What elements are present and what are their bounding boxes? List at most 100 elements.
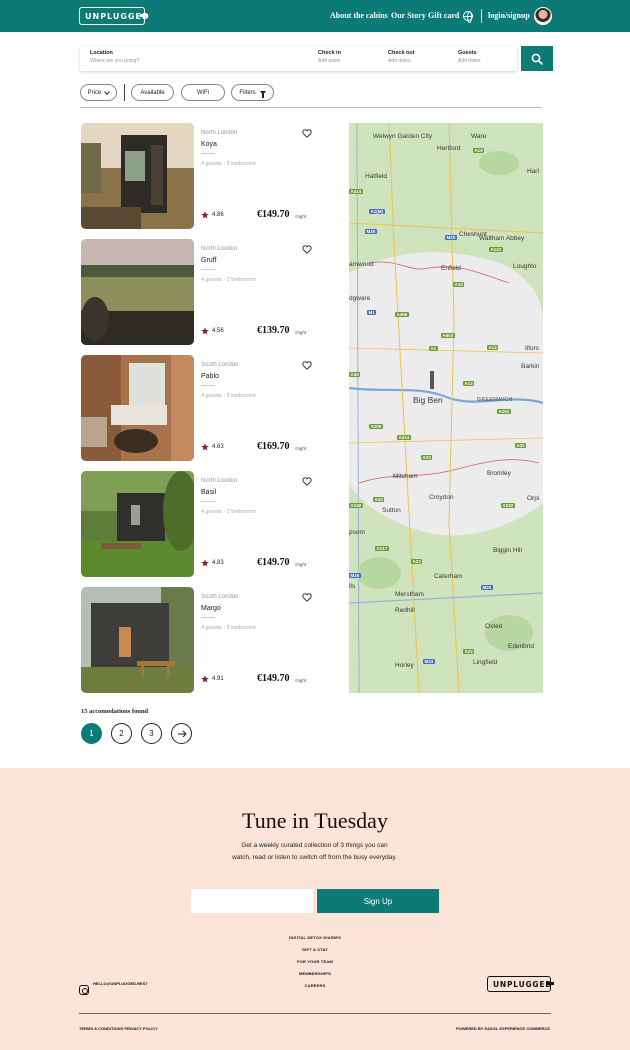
listing-card[interactable]: North London Gruff 4 guests · 2 bedrooms… bbox=[81, 239, 313, 345]
listing-capacity: 4 guests · 2 bedrooms bbox=[201, 277, 256, 283]
listing-name[interactable]: Basil bbox=[201, 489, 216, 496]
price-unit: /night bbox=[295, 678, 307, 683]
map-place-label: Caterham bbox=[434, 573, 463, 580]
map-place-label: psom bbox=[349, 529, 365, 536]
logo-plug-mark bbox=[140, 14, 148, 17]
listing-divider bbox=[201, 385, 215, 386]
listing-divider bbox=[201, 617, 215, 618]
nav-about-cabins[interactable]: About the cabins bbox=[330, 11, 388, 20]
filter-price[interactable]: Price bbox=[80, 84, 117, 101]
road-badge: M1 bbox=[367, 310, 377, 315]
filter-icon bbox=[259, 90, 266, 98]
sign-up-label: Sign Up bbox=[363, 896, 393, 906]
road-badge: A24 bbox=[373, 497, 385, 502]
star-icon bbox=[201, 443, 209, 451]
listing-price: €169.70 bbox=[257, 441, 290, 452]
footer-logo[interactable]: UNPLUGGED bbox=[487, 976, 554, 992]
listing-capacity: 4 guests · 2 bedrooms bbox=[201, 625, 256, 631]
listing-card[interactable]: South London Pablo 4 guests · 2 bedrooms… bbox=[81, 355, 313, 461]
map-place-label: Bromley bbox=[487, 470, 511, 477]
page-number: 2 bbox=[119, 729, 124, 738]
road-badge: A1 bbox=[429, 346, 438, 351]
listing-area: South London bbox=[201, 362, 239, 368]
filter-wifi-label: WiFi bbox=[197, 89, 209, 96]
heart-icon[interactable] bbox=[302, 593, 312, 602]
map-place-label: Biggin Hill bbox=[493, 547, 522, 554]
checkin-field[interactable]: Check in Add dates bbox=[318, 50, 341, 64]
map-place-label: Croydon bbox=[429, 494, 454, 501]
road-badge: A12 bbox=[487, 345, 499, 350]
road-badge: M25 bbox=[365, 229, 377, 234]
page-1-button[interactable]: 1 bbox=[81, 723, 102, 744]
login-signup-link[interactable]: login/signup bbox=[488, 11, 530, 20]
legal-links[interactable]: TERMS & CONDITIONS PRIVACY POLICY bbox=[79, 1026, 158, 1031]
map-place-label: Mitcham bbox=[393, 473, 418, 480]
listing-card[interactable]: North London Koya 4 guests · 2 bedrooms … bbox=[81, 123, 313, 229]
instagram-icon[interactable] bbox=[79, 985, 89, 995]
listing-photo[interactable] bbox=[81, 587, 194, 693]
footer: Tune in Tuesday Get a weekly curated col… bbox=[0, 768, 630, 1050]
listing-card[interactable]: North London Basil 4 guests · 2 bedrooms… bbox=[81, 471, 313, 577]
location-field[interactable]: Location Where are you going? bbox=[90, 50, 139, 64]
listing-area: North London bbox=[201, 246, 238, 252]
listing-name[interactable]: Koya bbox=[201, 141, 217, 148]
sign-up-button[interactable]: Sign Up bbox=[317, 889, 439, 913]
powered-by: POWERED BY EASOL EXPERIENCE COMMERCE bbox=[456, 1026, 550, 1031]
globe-icon[interactable] bbox=[463, 11, 473, 23]
listing-divider bbox=[201, 269, 215, 270]
filter-wifi[interactable]: WiFi bbox=[181, 84, 225, 101]
page-2-button[interactable]: 2 bbox=[111, 723, 132, 744]
footer-link-team[interactable]: FOR YOUR TEAM bbox=[0, 959, 630, 964]
filter-available[interactable]: Available bbox=[131, 84, 174, 101]
road-badge: A406 bbox=[395, 312, 409, 317]
next-page-button[interactable] bbox=[171, 723, 192, 744]
heart-icon[interactable] bbox=[302, 361, 312, 370]
map-place-label: lls bbox=[349, 583, 356, 590]
location-placeholder: Where are you going? bbox=[90, 58, 140, 64]
newsletter-title: Tune in Tuesday bbox=[242, 808, 388, 833]
search-icon bbox=[531, 53, 543, 65]
search-button[interactable] bbox=[521, 46, 553, 71]
contact-email[interactable]: HELLO@UNPLUGGED.REST bbox=[93, 981, 148, 986]
listing-photo[interactable] bbox=[81, 123, 194, 229]
price-unit: /night bbox=[295, 214, 307, 219]
avatar[interactable] bbox=[534, 7, 552, 25]
listing-rating: 4.63 bbox=[212, 444, 224, 450]
brand-logo[interactable]: UNPLUGGED bbox=[79, 7, 149, 25]
newsletter-email-input[interactable] bbox=[191, 889, 313, 913]
heart-icon[interactable] bbox=[302, 245, 312, 254]
listing-card[interactable]: South London Margo 4 guests · 2 bedrooms… bbox=[81, 587, 313, 693]
road-badge: A1(M) bbox=[369, 209, 385, 214]
star-icon bbox=[201, 559, 209, 567]
heart-icon[interactable] bbox=[302, 477, 312, 486]
filter-more[interactable]: Filters bbox=[231, 84, 274, 101]
star-icon bbox=[201, 211, 209, 219]
checkout-field[interactable]: Check out Add dates bbox=[388, 50, 415, 64]
map-place-label: Big Ben bbox=[413, 395, 443, 405]
map-panel[interactable]: Welwyn Garden City Ware Hertford Harl Ha… bbox=[349, 123, 543, 693]
road-badge: A205 bbox=[369, 424, 383, 429]
listing-rating: 4.91 bbox=[212, 676, 224, 682]
listing-photo[interactable] bbox=[81, 239, 194, 345]
page-number: 3 bbox=[149, 729, 154, 738]
nav-gift-card[interactable]: Gift card bbox=[428, 11, 459, 20]
footer-link-detox-diaries[interactable]: DIGITAL DETOX DIARIES bbox=[0, 935, 630, 940]
guests-field[interactable]: Guests Add dates bbox=[458, 50, 481, 64]
page-3-button[interactable]: 3 bbox=[141, 723, 162, 744]
listing-price: €149.70 bbox=[257, 209, 290, 220]
nav-our-story[interactable]: Our Story bbox=[391, 11, 426, 20]
footer-link-gift-stay[interactable]: GIFT A STAY bbox=[0, 947, 630, 952]
road-badge: A10 bbox=[473, 148, 485, 153]
listing-photo[interactable] bbox=[81, 355, 194, 461]
heart-icon[interactable] bbox=[302, 129, 312, 138]
map-place-label: Lingfield bbox=[473, 659, 498, 666]
listing-name[interactable]: Pablo bbox=[201, 373, 219, 380]
filter-price-label: Price bbox=[87, 89, 102, 96]
listing-capacity: 4 guests · 2 bedrooms bbox=[201, 393, 256, 399]
listing-photo[interactable] bbox=[81, 471, 194, 577]
listing-name[interactable]: Margo bbox=[201, 605, 221, 612]
road-badge: A10 bbox=[453, 282, 465, 287]
road-badge: A414 bbox=[349, 189, 363, 194]
listing-name[interactable]: Gruff bbox=[201, 257, 216, 264]
price-unit: /night bbox=[295, 330, 307, 335]
